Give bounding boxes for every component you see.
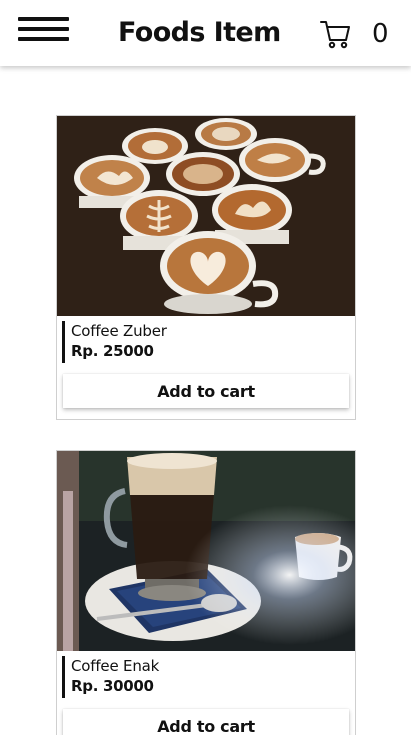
product-image bbox=[57, 116, 355, 316]
menu-line bbox=[18, 27, 69, 31]
product-name: Coffee Enak bbox=[71, 657, 160, 675]
product-name: Coffee Zuber bbox=[71, 322, 167, 340]
cart-count: 0 bbox=[372, 19, 389, 49]
shopping-cart-icon[interactable] bbox=[319, 18, 351, 50]
product-card: Coffee Enak Rp. 30000 Add to cart bbox=[56, 450, 356, 735]
menu-line bbox=[18, 17, 69, 21]
product-info: Coffee Enak Rp. 30000 bbox=[62, 656, 312, 698]
product-price: Rp. 25000 bbox=[71, 342, 154, 360]
product-image bbox=[57, 451, 355, 651]
page-title: Foods Item bbox=[118, 17, 281, 48]
product-card: Coffee Zuber Rp. 25000 Add to cart bbox=[56, 115, 356, 420]
hamburger-menu-icon[interactable] bbox=[18, 17, 70, 45]
product-price: Rp. 30000 bbox=[71, 677, 154, 695]
add-to-cart-button[interactable]: Add to cart bbox=[63, 709, 349, 735]
app-header: Foods Item 0 bbox=[0, 0, 411, 66]
menu-line bbox=[18, 37, 69, 41]
product-info: Coffee Zuber Rp. 25000 bbox=[62, 321, 312, 363]
add-to-cart-button[interactable]: Add to cart bbox=[63, 374, 349, 408]
